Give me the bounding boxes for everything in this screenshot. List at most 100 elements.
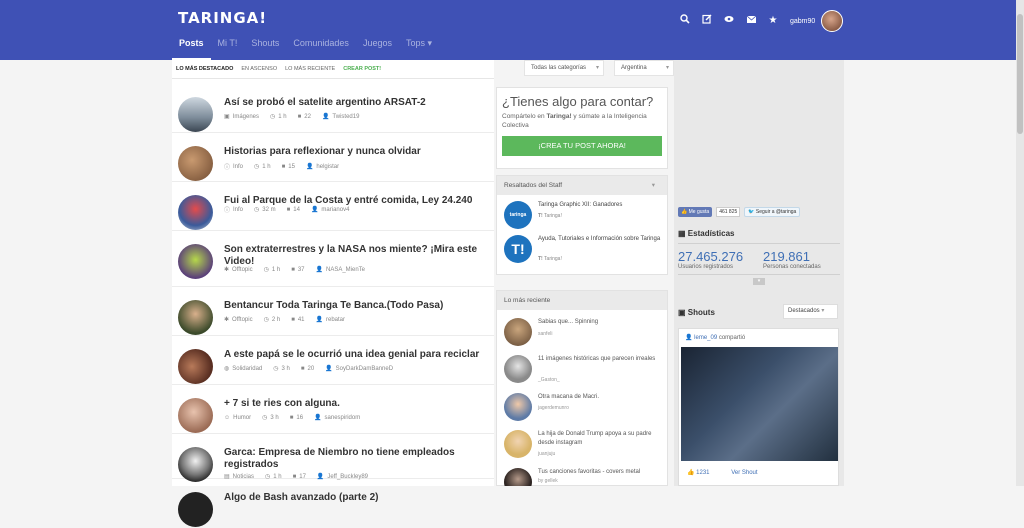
middle-column: Todas las categorías ▾ Argentina ▾ ¿Tienes… xyxy=(494,60,674,486)
post-thumbnail[interactable] xyxy=(178,244,213,279)
post-author[interactable]: sanespiridom xyxy=(325,415,361,421)
tab-tops[interactable]: Tops ▾ xyxy=(399,38,439,60)
tab-posts[interactable]: Posts xyxy=(172,38,211,60)
scrollbar-thumb[interactable] xyxy=(1017,14,1023,134)
recent-thumbnail[interactable] xyxy=(504,355,532,383)
thumbs-up-icon[interactable]: 👍 xyxy=(687,470,694,476)
recent-user[interactable]: juanjuju xyxy=(538,451,555,457)
tab-mi-t[interactable]: Mi T! xyxy=(211,38,245,60)
post-title[interactable]: Bentancur Toda Taringa Te Banca.(Todo Pa… xyxy=(224,300,484,312)
staff-item[interactable]: taringa Taringa Graphic XII: Ganadores T… xyxy=(504,201,664,231)
recent-thumbnail[interactable] xyxy=(504,393,532,421)
recent-item[interactable]: 11 imágenes históricas que parecen irrea… xyxy=(504,355,664,389)
post-author[interactable]: SoyDarkDamBanneD xyxy=(336,366,393,372)
create-post-link[interactable]: CREAR POST! xyxy=(343,66,381,72)
shout-user[interactable]: leme_09 xyxy=(694,335,717,341)
post-category[interactable]: Humor xyxy=(233,415,251,421)
mail-icon[interactable] xyxy=(740,14,762,28)
recent-user[interactable]: sanfeli xyxy=(538,331,552,337)
recent-title[interactable]: La hija de Donald Trump apoya a su padre… xyxy=(538,430,664,448)
staff-header-label: Resaltados del Staff xyxy=(504,182,563,189)
post-item[interactable]: Bentancur Toda Taringa Te Banca.(Todo Pa… xyxy=(172,287,494,336)
filter-mas-reciente[interactable]: LO MÁS RECIENTE xyxy=(285,66,335,72)
view-shout-link[interactable]: Ver Shout xyxy=(731,470,757,476)
recent-user[interactable]: jagerdemunro xyxy=(538,405,569,411)
post-title[interactable]: Historias para reflexionar y nunca olvid… xyxy=(224,146,484,158)
post-category[interactable]: Imágenes xyxy=(233,114,259,120)
recent-item[interactable]: Otra macana de Macri. jagerdemunro xyxy=(504,393,664,423)
recent-item[interactable]: Sabias que... Spinning sanfeli xyxy=(504,318,664,348)
post-item[interactable]: Son extraterrestres y la NASA nos miente… xyxy=(172,231,494,287)
post-thumbnail[interactable] xyxy=(178,492,213,527)
staff-item-title[interactable]: Taringa Graphic XII: Ganadores xyxy=(538,201,664,210)
post-category[interactable]: Offtopic xyxy=(232,317,253,323)
post-category[interactable]: Info xyxy=(233,164,243,170)
twitter-follow-button[interactable]: 🐦 Seguir a @taringa xyxy=(744,207,801,217)
post-item[interactable]: A este papá se le ocurrió una idea genia… xyxy=(172,336,494,385)
user-avatar[interactable] xyxy=(821,10,844,32)
recent-thumbnail[interactable] xyxy=(504,468,532,486)
recent-title[interactable]: 11 imágenes históricas que parecen irrea… xyxy=(538,355,664,364)
recent-thumbnail[interactable] xyxy=(504,318,532,346)
shout-video[interactable] xyxy=(681,347,838,461)
recent-thumbnail[interactable] xyxy=(504,430,532,458)
post-title[interactable]: A este papá se le ocurrió una idea genia… xyxy=(224,349,484,361)
recent-item[interactable]: La hija de Donald Trump apoya a su padre… xyxy=(504,430,664,460)
post-category[interactable]: Info xyxy=(233,207,243,213)
post-item[interactable]: + 7 si te ries con alguna. ☺ Humor ◷ 3 h ■… xyxy=(172,385,494,434)
category-select[interactable]: Todas las categorías ▾ xyxy=(524,60,604,76)
tab-comunidades[interactable]: Comunidades xyxy=(286,38,356,60)
facebook-like-button[interactable]: 👍 Me gusta xyxy=(678,207,713,217)
create-post-button[interactable]: ¡CREA TU POST AHORA! xyxy=(502,136,662,156)
username[interactable]: gabm90 xyxy=(790,18,815,25)
post-item[interactable]: Garca: Empresa de Niembro no tiene emple… xyxy=(172,434,494,482)
recent-user[interactable]: by gellek xyxy=(538,478,558,484)
post-title[interactable]: Algo de Bash avanzado (parte 2) xyxy=(224,492,484,504)
shouts-filter-select[interactable]: Destacados ▾ xyxy=(783,304,838,319)
post-title[interactable]: Son extraterrestres y la NASA nos miente… xyxy=(224,244,484,268)
post-title[interactable]: Así se probó el satelite argentino ARSAT… xyxy=(224,97,484,109)
post-category[interactable]: Offtopic xyxy=(232,267,253,273)
post-thumbnail[interactable] xyxy=(178,349,213,384)
staff-item[interactable]: T! Ayuda, Tutoriales e Información sobre… xyxy=(504,235,664,269)
post-thumbnail[interactable] xyxy=(178,146,213,181)
post-title[interactable]: Garca: Empresa de Niembro no tiene emple… xyxy=(224,447,484,471)
taringa-logo[interactable]: TARINGA! xyxy=(178,9,267,27)
country-select[interactable]: Argentina ▾ xyxy=(614,60,674,76)
post-item[interactable]: Fui al Parque de la Costa y entré comida… xyxy=(172,182,494,231)
post-item[interactable]: Algo de Bash avanzado (parte 2) xyxy=(172,479,494,528)
filter-en-ascenso[interactable]: EN ASCENSO xyxy=(241,66,277,72)
recent-user[interactable]: _Gaston_ xyxy=(538,377,560,383)
eye-icon[interactable] xyxy=(718,14,740,28)
filter-destacado[interactable]: LO MÁS DESTACADO xyxy=(176,66,233,72)
recent-title[interactable]: Sabias que... Spinning xyxy=(538,318,664,327)
recent-item[interactable]: Tus canciones favoritas - covers metal b… xyxy=(504,468,664,486)
post-author[interactable]: marianov4 xyxy=(321,207,349,213)
edit-icon[interactable] xyxy=(696,14,718,28)
expand-stats-toggle[interactable]: ▾ xyxy=(753,278,765,285)
post-category[interactable]: Solidaridad xyxy=(232,366,262,372)
staff-item-title[interactable]: Ayuda, Tutoriales e Información sobre Ta… xyxy=(538,235,664,244)
post-author[interactable]: rebatar xyxy=(326,317,345,323)
tab-juegos[interactable]: Juegos xyxy=(356,38,399,60)
post-author[interactable]: Twisted19 xyxy=(332,114,359,120)
post-title[interactable]: + 7 si te ries con alguna. xyxy=(224,398,484,410)
staff-header[interactable]: Resaltados del Staff ▾ xyxy=(497,176,667,195)
recent-title[interactable]: Tus canciones favoritas - covers metal xyxy=(538,468,664,477)
post-author[interactable]: helgistar xyxy=(316,164,339,170)
post-thumbnail[interactable] xyxy=(178,195,213,230)
post-author[interactable]: NASA_MienTe xyxy=(326,267,365,273)
recent-title[interactable]: Otra macana de Macri. xyxy=(538,393,664,402)
star-icon[interactable]: ★ xyxy=(762,14,784,28)
post-item[interactable]: Historias para reflexionar y nunca olvid… xyxy=(172,133,494,182)
post-item[interactable]: Así se probó el satelite argentino ARSAT… xyxy=(172,84,494,133)
post-thumbnail[interactable] xyxy=(178,300,213,335)
post-thumbnail[interactable] xyxy=(178,398,213,433)
staff-item-source: T! Taringa! xyxy=(538,213,562,219)
tab-shouts[interactable]: Shouts xyxy=(244,38,286,60)
recent-header[interactable]: Lo más reciente xyxy=(497,291,667,310)
post-filters: LO MÁS DESTACADO EN ASCENSO LO MÁS RECIE… xyxy=(172,60,494,79)
post-thumbnail[interactable] xyxy=(178,97,213,132)
search-icon[interactable] xyxy=(674,14,696,28)
post-thumbnail[interactable] xyxy=(178,447,213,482)
